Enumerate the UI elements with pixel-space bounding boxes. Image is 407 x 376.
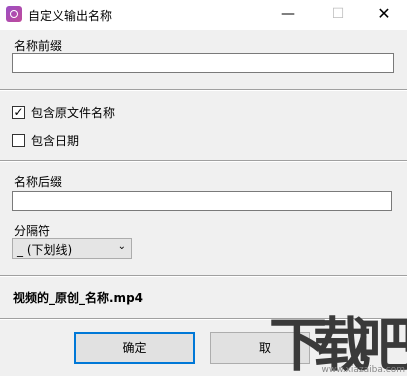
watermark-logo: 下 载 吧 www.xiazaiba.com — [265, 300, 407, 376]
include-date-checkbox-row[interactable]: 包含日期 — [12, 132, 79, 148]
filename-preview: 视频的_原创_名称.mp4 — [13, 291, 144, 305]
close-button[interactable]: ✕ — [361, 0, 407, 30]
app-icon — [6, 6, 22, 22]
window-title: 自定义输出名称 — [28, 9, 113, 23]
watermark-url: www.xiazaiba.com — [321, 365, 405, 375]
include-date-label: 包含日期 — [31, 133, 80, 148]
divider — [0, 275, 407, 277]
maximize-button[interactable]: ☐ — [315, 0, 361, 30]
minimize-button[interactable]: — — [265, 0, 311, 30]
include-date-checkbox[interactable] — [12, 133, 25, 147]
divider — [0, 89, 407, 91]
separator-select[interactable]: _ (下划线) ⌄ — [12, 238, 132, 259]
include-original-label: 包含原文件名称 — [31, 105, 116, 120]
separator-label: 分隔符 — [14, 224, 51, 238]
chevron-down-icon: ⌄ — [117, 241, 126, 252]
suffix-input[interactable] — [12, 191, 392, 211]
ok-button[interactable]: 确定 — [74, 332, 195, 364]
include-original-checkbox-row[interactable]: ✓ 包含原文件名称 — [12, 104, 115, 120]
separator-selected-value: _ (下划线) — [17, 243, 73, 257]
title-bar: 自定义输出名称 — ☐ ✕ — [0, 0, 407, 30]
prefix-input[interactable] — [12, 53, 394, 73]
prefix-label: 名称前缀 — [14, 39, 63, 53]
divider — [0, 160, 407, 162]
suffix-label: 名称后缀 — [14, 175, 63, 189]
check-icon: ✓ — [13, 104, 24, 119]
include-original-checkbox[interactable]: ✓ — [12, 104, 25, 119]
